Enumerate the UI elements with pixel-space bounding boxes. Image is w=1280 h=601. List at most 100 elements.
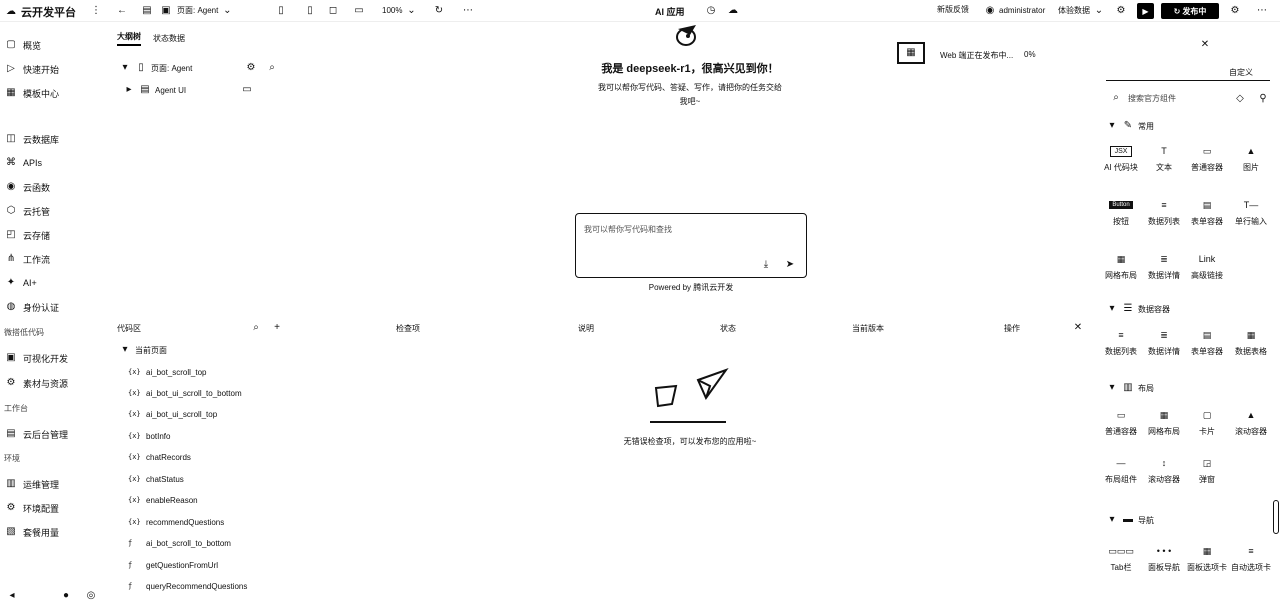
- component-data-list[interactable]: ≡ 数据列表: [1142, 198, 1186, 227]
- component-button[interactable]: Button 按钮: [1099, 198, 1143, 227]
- code-item[interactable]: {x} ai_bot_ui_scroll_top: [128, 408, 217, 420]
- section-common[interactable]: ▾ ✎ 常用: [1106, 120, 1154, 132]
- page-icon[interactable]: ▤: [141, 5, 153, 17]
- send-icon[interactable]: ➤: [784, 259, 796, 271]
- sidebar-item-apis[interactable]: ⌘ APIs: [5, 156, 42, 170]
- back-arrow-icon[interactable]: ←: [116, 5, 128, 17]
- component-data-table[interactable]: ▦ 数据表格: [1229, 328, 1273, 357]
- component-form[interactable]: ▤ 表单容器: [1185, 198, 1229, 227]
- section-data[interactable]: ▾ ☰ 数据容器: [1106, 303, 1170, 315]
- refresh-icon[interactable]: ↻: [433, 5, 445, 17]
- sidebar-item-env-config[interactable]: ⚙ 环境配置: [5, 501, 60, 515]
- component-grid[interactable]: ▦ 网格布局: [1099, 252, 1143, 281]
- new-feedback-link[interactable]: 新版反馈: [937, 4, 969, 17]
- code-item[interactable]: {x} ai_bot_ui_scroll_to_bottom: [128, 387, 242, 399]
- diamond-icon[interactable]: ◇: [1234, 93, 1246, 105]
- cloud-upload-icon[interactable]: ☁: [727, 5, 739, 17]
- user-menu[interactable]: ◉ administrator: [984, 4, 1046, 17]
- settings-icon[interactable]: ⚙: [245, 62, 257, 74]
- component-form[interactable]: ▤ 表单容器: [1185, 328, 1229, 357]
- code-item[interactable]: {x} recommendQuestions: [128, 516, 224, 528]
- panel-scrollbar[interactable]: [1273, 500, 1279, 534]
- sidebar-item-usage[interactable]: ▧ 套餐用量: [5, 525, 59, 539]
- sidebar-item-hosting[interactable]: ⬡ 云托管: [5, 204, 50, 218]
- component-card[interactable]: ▢ 卡片: [1185, 408, 1229, 437]
- env-selector[interactable]: 体验数据 ⌄: [1058, 4, 1105, 17]
- component-search-input[interactable]: 搜索官方组件: [1128, 93, 1176, 104]
- add-icon[interactable]: +: [271, 322, 283, 334]
- preview-button[interactable]: ▶: [1137, 3, 1154, 19]
- component-modal[interactable]: ◲ 弹窗: [1185, 456, 1229, 485]
- tab-outline[interactable]: 大纲树: [117, 31, 141, 46]
- component-image[interactable]: ▲ 图片: [1229, 144, 1273, 173]
- code-item[interactable]: {x} botInfo: [128, 430, 170, 442]
- document-icon[interactable]: ▯: [275, 5, 287, 17]
- help-icon[interactable]: ●: [60, 590, 72, 601]
- sidebar-item-functions[interactable]: ◉ 云函数: [5, 180, 50, 194]
- brand[interactable]: ☁ 云开发平台: [5, 4, 76, 20]
- history-icon[interactable]: ◷: [705, 5, 717, 17]
- component-input[interactable]: T— 单行输入: [1229, 198, 1273, 227]
- sidebar-item-workflow[interactable]: ⋔ 工作流: [5, 252, 50, 266]
- close-icon[interactable]: ✕: [1072, 322, 1084, 334]
- search-icon[interactable]: ⌕: [250, 322, 262, 334]
- sidebar-item-quickstart[interactable]: ▷ 快速开始: [5, 62, 59, 76]
- sidebar-item-ops[interactable]: ▥ 运维管理: [5, 477, 59, 491]
- more-horizontal-icon[interactable]: ⋯: [462, 5, 474, 17]
- sidebar-item-visual-dev[interactable]: ▣ 可视化开发: [5, 351, 68, 365]
- layout-icon[interactable]: ▭: [241, 84, 253, 96]
- component-grid[interactable]: ▦ 网格布局: [1142, 408, 1186, 437]
- component-text[interactable]: T 文本: [1142, 144, 1186, 173]
- component-ai-code[interactable]: JSX AI 代码块: [1099, 144, 1143, 173]
- section-nav[interactable]: ▾ ▬ 导航: [1106, 514, 1154, 526]
- settings-gear-icon[interactable]: ⚙: [1115, 5, 1127, 17]
- gear-icon[interactable]: ⚙: [1229, 5, 1241, 17]
- zoom-selector[interactable]: 100% ⌄: [382, 4, 417, 17]
- publish-button[interactable]: ↻ 发布中: [1161, 3, 1219, 19]
- code-item[interactable]: {x} chatStatus: [128, 473, 184, 485]
- code-item[interactable]: {x} chatRecords: [128, 451, 191, 463]
- sidebar-item-storage[interactable]: ◰ 云存储: [5, 228, 50, 242]
- component-tabbar[interactable]: ▭▭▭ Tab栏: [1099, 544, 1143, 573]
- component-data-detail[interactable]: ≣ 数据详情: [1142, 328, 1186, 357]
- tab-state[interactable]: 状态数据: [153, 33, 185, 44]
- sidebar-item-templates[interactable]: ▦ 模板中心: [5, 86, 59, 100]
- chat-input-box[interactable]: 我可以帮你写代码和查找 ⤓ ➤: [575, 213, 807, 278]
- monitor-icon[interactable]: ◻: [327, 5, 339, 17]
- component-link[interactable]: Link 高级链接: [1185, 252, 1229, 281]
- component-auto-tabs[interactable]: ≡ 自动选项卡: [1229, 544, 1273, 573]
- search-icon[interactable]: ⌕: [266, 62, 278, 74]
- sidebar-item-overview[interactable]: ▢ 概览: [5, 38, 41, 52]
- sidebar-item-auth[interactable]: ◍ 身份认证: [5, 300, 59, 314]
- sidebar-item-database[interactable]: ◫ 云数据库: [5, 132, 59, 146]
- component-data-detail[interactable]: ≣ 数据详情: [1142, 252, 1186, 281]
- page-selector[interactable]: 页面: Agent ⌄: [177, 4, 233, 17]
- upload-icon[interactable]: ⤓: [760, 259, 772, 271]
- code-item[interactable]: ƒ queryRecommendQuestions: [128, 580, 247, 592]
- sidebar-item-admin[interactable]: ▤ 云后台管理: [5, 427, 68, 441]
- component-container[interactable]: ▭ 普通容器: [1185, 144, 1229, 173]
- tree-node-agent-ui[interactable]: ▸ ▤ Agent UI: [123, 84, 186, 96]
- more-vertical-icon[interactable]: ⋮: [90, 5, 102, 17]
- more-horizontal-icon[interactable]: ⋯: [1256, 5, 1268, 17]
- component-scroll[interactable]: ▲ 滚动容器: [1229, 408, 1273, 437]
- tree-node-page[interactable]: ▾ ▯ 页面: Agent: [119, 62, 192, 74]
- file-icon[interactable]: ▣: [160, 5, 172, 17]
- code-item[interactable]: ƒ getQuestionFromUrl: [128, 559, 218, 571]
- user-icon[interactable]: ⚲: [1257, 93, 1269, 105]
- component-container[interactable]: ▭ 普通容器: [1099, 408, 1143, 437]
- component-layout[interactable]: — 布局组件: [1099, 456, 1143, 485]
- code-group-current-page[interactable]: ▾ 当前页面: [119, 344, 167, 356]
- section-layout[interactable]: ▾ ▥ 布局: [1106, 382, 1154, 394]
- chat-input[interactable]: 我可以帮你写代码和查找: [584, 224, 672, 235]
- chat-icon[interactable]: ◎: [85, 590, 97, 601]
- tab-custom[interactable]: 自定义: [1229, 67, 1253, 78]
- component-search[interactable]: ⌕ 搜索官方组件: [1110, 92, 1176, 104]
- code-item[interactable]: {x} ai_bot_scroll_top: [128, 366, 206, 378]
- mobile-icon[interactable]: ▯: [304, 5, 316, 17]
- component-panel-tabs[interactable]: ▦ 面板选项卡: [1185, 544, 1229, 573]
- collapse-icon[interactable]: ◂: [6, 590, 18, 601]
- sidebar-item-ai[interactable]: ✦ AI+: [5, 276, 37, 290]
- desktop-icon[interactable]: ▭: [353, 5, 365, 17]
- component-scroll-container[interactable]: ↕ 滚动容器: [1142, 456, 1186, 485]
